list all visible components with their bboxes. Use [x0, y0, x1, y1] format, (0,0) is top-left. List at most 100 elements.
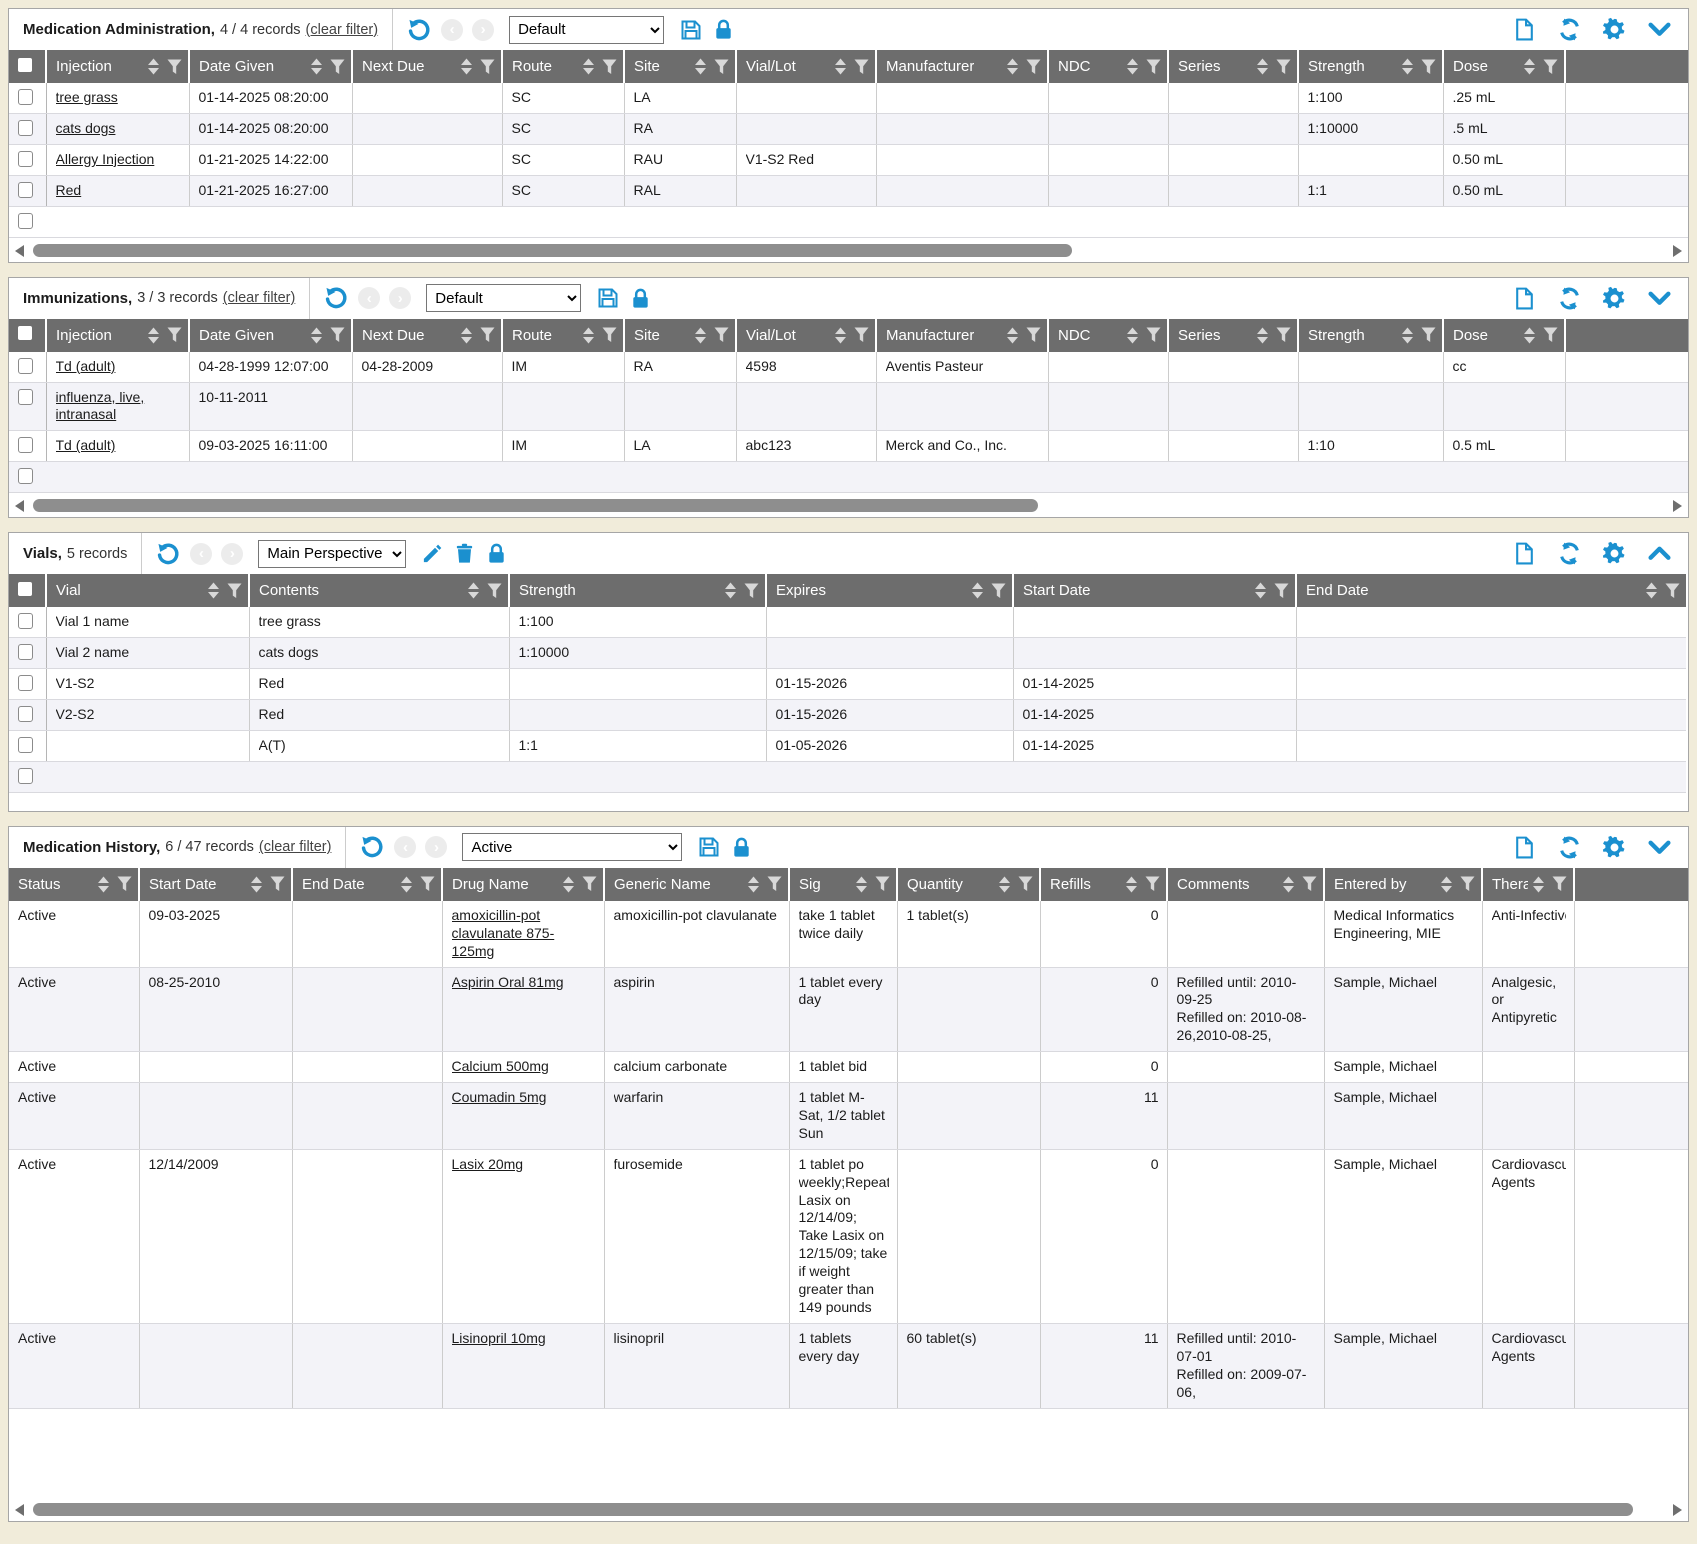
prev-icon[interactable]: ‹: [394, 836, 416, 858]
column-header-strength[interactable]: Strength: [1298, 50, 1443, 83]
new-record-checkbox[interactable]: [18, 213, 33, 229]
sort-icon[interactable]: [147, 327, 160, 344]
column-header-manufacturer[interactable]: Manufacturer: [876, 50, 1048, 83]
record-link[interactable]: Allergy Injection: [56, 151, 155, 167]
undo-icon[interactable]: [323, 285, 349, 311]
filter-icon[interactable]: [991, 583, 1006, 599]
sort-icon[interactable]: [971, 582, 984, 599]
sort-icon[interactable]: [1256, 327, 1269, 344]
row-checkbox[interactable]: [18, 89, 33, 105]
sort-icon[interactable]: [1006, 58, 1019, 75]
column-header-site[interactable]: Site: [624, 50, 736, 83]
record-link[interactable]: Lisinopril 10mg: [452, 1330, 546, 1346]
scroll-left-arrow[interactable]: [15, 500, 24, 512]
sort-icon[interactable]: [747, 876, 760, 893]
chevron-down-icon[interactable]: [1647, 835, 1672, 860]
next-icon[interactable]: ›: [472, 19, 494, 41]
scroll-right-arrow[interactable]: [1673, 245, 1682, 257]
column-header-sig[interactable]: Sig: [789, 868, 897, 901]
record-link[interactable]: Calcium 500mg: [452, 1058, 549, 1074]
sort-icon[interactable]: [1282, 876, 1295, 893]
record-link[interactable]: Red: [56, 182, 82, 198]
column-header-end-date[interactable]: End Date: [1296, 574, 1686, 607]
pencil-icon[interactable]: [421, 542, 444, 565]
save-icon[interactable]: [697, 835, 721, 859]
filter-icon[interactable]: [1276, 59, 1291, 75]
column-header-start-date[interactable]: Start Date: [1013, 574, 1296, 607]
filter-icon[interactable]: [1460, 876, 1475, 892]
chevron-down-icon[interactable]: [1647, 17, 1672, 42]
sort-icon[interactable]: [460, 58, 473, 75]
column-header-route[interactable]: Route: [502, 50, 624, 83]
next-icon[interactable]: ›: [221, 543, 243, 565]
filter-icon[interactable]: [480, 327, 495, 343]
row-checkbox[interactable]: [18, 358, 33, 374]
perspective-select[interactable]: Default: [509, 16, 664, 44]
record-link[interactable]: cats dogs: [56, 120, 116, 136]
sort-icon[interactable]: [310, 58, 323, 75]
filter-icon[interactable]: [420, 876, 435, 892]
sort-icon[interactable]: [582, 327, 595, 344]
sort-icon[interactable]: [1523, 58, 1536, 75]
next-icon[interactable]: ›: [389, 287, 411, 309]
sort-icon[interactable]: [460, 327, 473, 344]
filter-icon[interactable]: [1026, 59, 1041, 75]
filter-icon[interactable]: [1274, 583, 1289, 599]
clear-filter-link[interactable]: (clear filter): [223, 290, 296, 306]
sort-icon[interactable]: [562, 876, 575, 893]
filter-icon[interactable]: [767, 876, 782, 892]
gear-icon[interactable]: [1602, 835, 1627, 860]
next-icon[interactable]: ›: [425, 836, 447, 858]
record-link[interactable]: amoxicillin-pot clavulanate 875-125mg: [452, 907, 555, 959]
new-document-icon[interactable]: [1512, 835, 1537, 860]
column-header-strength[interactable]: Strength: [509, 574, 766, 607]
filter-icon[interactable]: [1276, 327, 1291, 343]
column-header-strength[interactable]: Strength: [1298, 319, 1443, 352]
column-header-injection[interactable]: Injection: [46, 319, 189, 352]
save-icon[interactable]: [596, 286, 620, 310]
column-header-site[interactable]: Site: [624, 319, 736, 352]
sort-icon[interactable]: [834, 327, 847, 344]
row-checkbox[interactable]: [18, 613, 33, 629]
filter-icon[interactable]: [1552, 876, 1567, 892]
column-header-dose[interactable]: Dose: [1443, 50, 1565, 83]
prev-icon[interactable]: ‹: [190, 543, 212, 565]
filter-icon[interactable]: [582, 876, 597, 892]
sort-icon[interactable]: [1401, 58, 1414, 75]
filter-icon[interactable]: [1543, 327, 1558, 343]
filter-icon[interactable]: [1146, 327, 1161, 343]
filter-icon[interactable]: [1421, 59, 1436, 75]
record-link[interactable]: Lasix 20mg: [452, 1156, 524, 1172]
scrollbar-thumb[interactable]: [33, 499, 1038, 512]
perspective-select[interactable]: Active: [462, 833, 682, 861]
sort-icon[interactable]: [467, 582, 480, 599]
row-checkbox[interactable]: [18, 706, 33, 722]
filter-icon[interactable]: [744, 583, 759, 599]
sort-icon[interactable]: [250, 876, 263, 893]
row-checkbox[interactable]: [18, 389, 33, 405]
prev-icon[interactable]: ‹: [358, 287, 380, 309]
column-header-therapeutic[interactable]: Therapeutic: [1482, 868, 1574, 901]
sort-icon[interactable]: [998, 876, 1011, 893]
sort-icon[interactable]: [694, 58, 707, 75]
scroll-left-arrow[interactable]: [15, 1504, 24, 1516]
sort-icon[interactable]: [1440, 876, 1453, 893]
lock-icon[interactable]: [730, 836, 753, 859]
save-icon[interactable]: [679, 18, 703, 42]
scroll-right-arrow[interactable]: [1673, 1504, 1682, 1516]
sort-icon[interactable]: [1256, 58, 1269, 75]
new-document-icon[interactable]: [1512, 286, 1537, 311]
row-checkbox[interactable]: [18, 151, 33, 167]
record-link[interactable]: Coumadin 5mg: [452, 1089, 547, 1105]
perspective-select[interactable]: Main Perspective: [258, 540, 406, 568]
filter-icon[interactable]: [227, 583, 242, 599]
scroll-right-arrow[interactable]: [1673, 500, 1682, 512]
column-header-quantity[interactable]: Quantity: [897, 868, 1040, 901]
sort-icon[interactable]: [1532, 876, 1545, 893]
sort-icon[interactable]: [582, 58, 595, 75]
column-header-vial-lot[interactable]: Vial/Lot: [736, 50, 876, 83]
column-header-manufacturer[interactable]: Manufacturer: [876, 319, 1048, 352]
sort-icon[interactable]: [1126, 58, 1139, 75]
filter-icon[interactable]: [270, 876, 285, 892]
filter-icon[interactable]: [1026, 327, 1041, 343]
